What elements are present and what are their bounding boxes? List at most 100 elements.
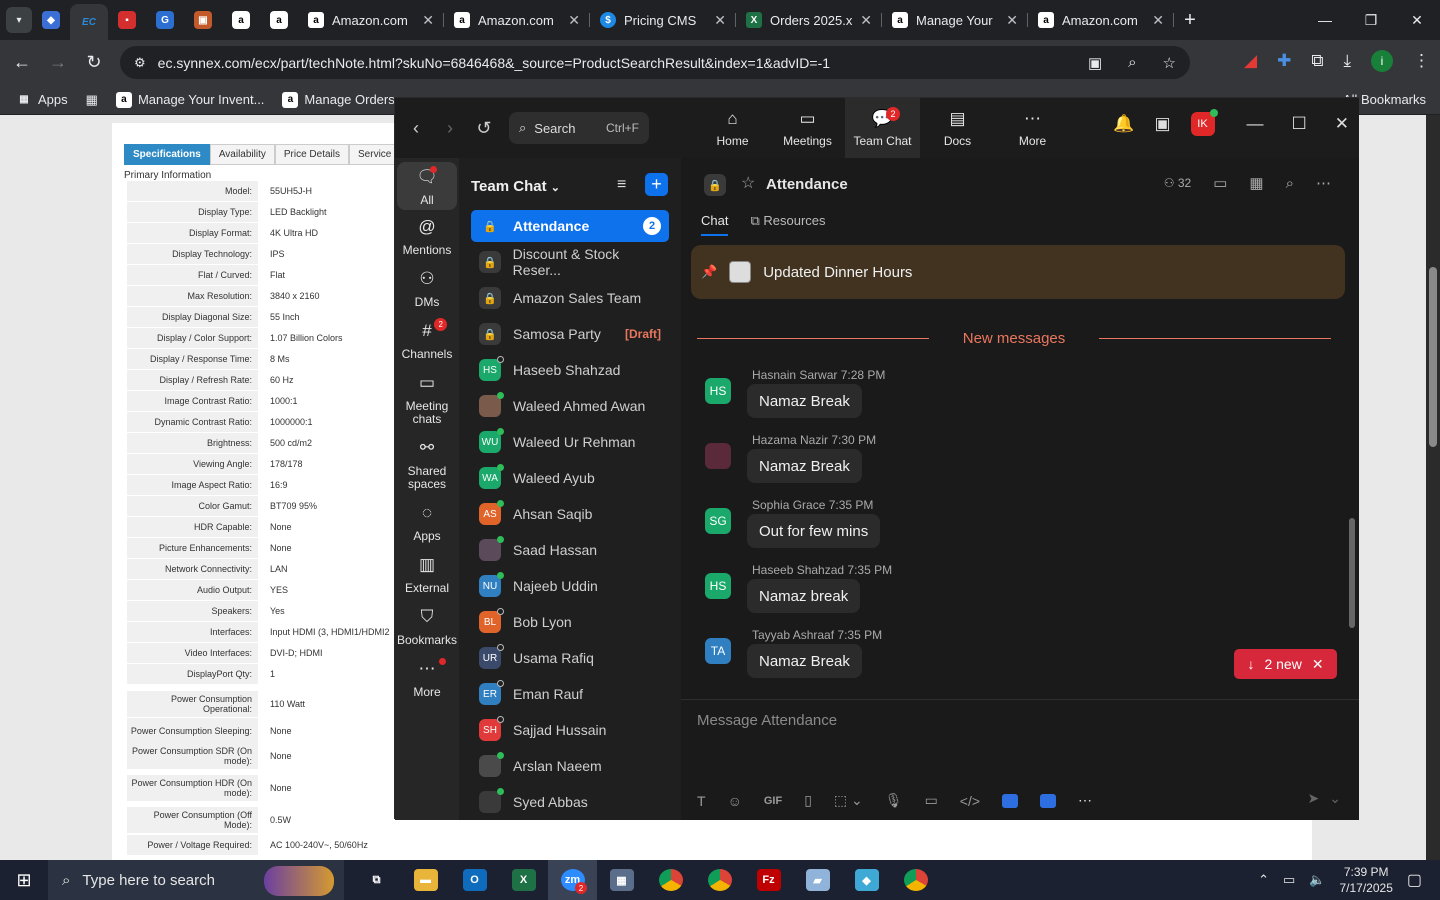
close-icon[interactable]: ✕: [1312, 656, 1324, 673]
close-icon[interactable]: ✕: [422, 12, 434, 29]
rail-external[interactable]: ▥ External: [397, 556, 457, 595]
contact-item[interactable]: BL Bob Lyon: [471, 606, 669, 638]
minimize-icon[interactable]: —: [1247, 114, 1264, 134]
bookmark-manage-inventory[interactable]: a Manage Your Invent...: [115, 91, 264, 108]
maximize-icon[interactable]: ☐: [1292, 114, 1307, 134]
tab-search-button[interactable]: ▾: [6, 7, 32, 33]
pinned-message[interactable]: 📌 Updated Dinner Hours: [691, 245, 1345, 299]
notifications-icon[interactable]: ▢: [1407, 870, 1422, 890]
taskbar-search[interactable]: ⌕ Type here to search: [48, 860, 344, 900]
contact-item[interactable]: Waleed Ahmed Awan: [471, 390, 669, 422]
avatar[interactable]: SG: [705, 508, 731, 534]
browser-tab[interactable]: X Orders 2025.x ✕: [736, 4, 882, 36]
pinned-tab[interactable]: G: [146, 4, 184, 36]
code-icon[interactable]: </>: [960, 793, 980, 809]
browser-tab[interactable]: $ Pricing CMS ✕: [590, 4, 736, 36]
avatar[interactable]: TA: [705, 638, 731, 664]
extension-red-icon[interactable]: ◢: [1244, 51, 1257, 71]
download-icon[interactable]: ⤓: [1343, 51, 1351, 71]
avatar[interactable]: IK: [1190, 109, 1218, 136]
volume-icon[interactable]: 🔈: [1309, 872, 1325, 888]
contact-item[interactable]: WA Waleed Ayub: [471, 462, 669, 494]
forward-icon[interactable]: ›: [433, 118, 467, 139]
tab-team-chat[interactable]: 💬 2 Team Chat: [845, 98, 920, 158]
close-icon[interactable]: ✕: [1006, 12, 1018, 29]
close-icon[interactable]: ✕: [1152, 12, 1164, 29]
chrome-icon[interactable]: [695, 860, 744, 900]
send-icon[interactable]: ➤: [1308, 790, 1320, 807]
rail-dms[interactable]: ⚇ DMs: [397, 270, 457, 309]
chevron-down-icon[interactable]: ⌄: [1329, 790, 1341, 807]
bookmark-grid[interactable]: ▦: [86, 92, 98, 108]
format-text-icon[interactable]: T: [697, 793, 706, 809]
excel-icon[interactable]: X: [499, 860, 548, 900]
browser-tab[interactable]: a Amazon.com ✕: [298, 4, 444, 36]
tab-specifications[interactable]: Specifications: [124, 144, 210, 165]
microphone-icon[interactable]: 🎙: [885, 792, 903, 809]
tab-docs[interactable]: ▤ Docs: [920, 98, 995, 158]
notes-icon[interactable]: ▰: [793, 860, 842, 900]
rail-all[interactable]: 🗨 All: [397, 162, 457, 210]
bookmark-apps[interactable]: ▦ Apps: [16, 92, 67, 108]
new-tab-button[interactable]: +: [1174, 9, 1206, 32]
contact-item[interactable]: NU Najeeb Uddin: [471, 570, 669, 602]
filezilla-icon[interactable]: Fz: [744, 860, 793, 900]
back-icon[interactable]: ‹: [399, 118, 433, 139]
pinned-tab[interactable]: ▣: [184, 4, 222, 36]
zoom-icon[interactable]: ⌕: [1128, 54, 1136, 71]
chrome-profile-icon[interactable]: [891, 860, 940, 900]
message-author[interactable]: Tayyab Ashraaf: [752, 628, 834, 642]
contact-item[interactable]: AS Ahsan Saqib: [471, 498, 669, 530]
file-explorer-icon[interactable]: ▬: [401, 860, 450, 900]
outlook-icon[interactable]: O: [450, 860, 499, 900]
channel-item[interactable]: 🔒 Amazon Sales Team: [471, 282, 669, 314]
task-view-icon[interactable]: ⧉: [352, 860, 401, 900]
rail-shared-spaces[interactable]: ⚯ Shared spaces: [397, 439, 457, 491]
new-chat-button[interactable]: +: [645, 173, 668, 196]
rail-meeting-chats[interactable]: ▭ Meeting chats: [397, 374, 457, 426]
composer-placeholder[interactable]: Message Attendance: [697, 712, 837, 729]
screenshot-icon[interactable]: ⬚ ⌄: [834, 792, 863, 809]
tab-more[interactable]: ⋯ More: [995, 98, 1070, 158]
contact-item[interactable]: Arslan Naeem: [471, 750, 669, 782]
close-window-icon[interactable]: ✕: [1394, 0, 1440, 40]
gift-icon[interactable]: ▣: [1154, 114, 1170, 134]
list-title[interactable]: Team Chat ⌄: [471, 178, 560, 195]
avatar[interactable]: HS: [705, 573, 731, 599]
clock[interactable]: 7:39 PM 7/17/2025: [1339, 864, 1392, 896]
browser-tab[interactable]: a Amazon.com ✕: [444, 4, 590, 36]
pinned-tab[interactable]: a: [222, 4, 260, 36]
restore-icon[interactable]: ❐: [1348, 0, 1394, 40]
rail-bookmarks[interactable]: ⛉ Bookmarks: [397, 608, 457, 647]
page-action-icon[interactable]: ▣: [1088, 54, 1102, 72]
menu-icon[interactable]: ⋮: [1413, 51, 1430, 71]
channel-item[interactable]: 🔒 Samosa Party [Draft]: [471, 318, 669, 350]
search-icon[interactable]: ⌕: [1286, 175, 1294, 192]
minimize-icon[interactable]: —: [1302, 0, 1348, 40]
scroll-thumb[interactable]: [1349, 518, 1355, 628]
tab-meetings[interactable]: ▭ Meetings: [770, 98, 845, 158]
message-author[interactable]: Hasnain Sarwar: [752, 368, 837, 382]
browser-tab[interactable]: a Amazon.com ✕: [1028, 4, 1174, 36]
forward-icon[interactable]: →: [40, 52, 76, 73]
extensions-icon[interactable]: ⧉: [1311, 51, 1323, 71]
message-author[interactable]: Hazama Nazir: [752, 433, 828, 447]
filter-icon[interactable]: ≡: [617, 176, 626, 194]
browser-tab[interactable]: a Manage Your ✕: [882, 4, 1028, 36]
channel-item[interactable]: 🔒 Attendance 2: [471, 210, 669, 242]
contact-item[interactable]: HS Haseeb Shahzad: [471, 354, 669, 386]
message-composer[interactable]: Message Attendance T ☺ GIF ▯ ⬚ ⌄ 🎙 ▭ </>…: [681, 699, 1359, 820]
pinned-tab[interactable]: a: [260, 4, 298, 36]
close-icon[interactable]: ✕: [568, 12, 580, 29]
rail-more[interactable]: ⋯ More: [397, 658, 457, 699]
calendar-icon[interactable]: ▦: [1249, 174, 1263, 192]
scroll-thumb[interactable]: [1429, 267, 1437, 447]
channel-item[interactable]: 🔒 Discount & Stock Reser...: [471, 246, 669, 278]
avatar[interactable]: HS: [705, 378, 731, 404]
bell-icon[interactable]: 🔔: [1113, 114, 1134, 134]
profile-avatar[interactable]: i: [1371, 50, 1393, 72]
windows-start-icon[interactable]: ⊞: [0, 860, 48, 900]
tab-chat[interactable]: Chat: [701, 213, 729, 236]
avatar[interactable]: [705, 443, 731, 469]
file-icon[interactable]: ▯: [804, 792, 812, 809]
